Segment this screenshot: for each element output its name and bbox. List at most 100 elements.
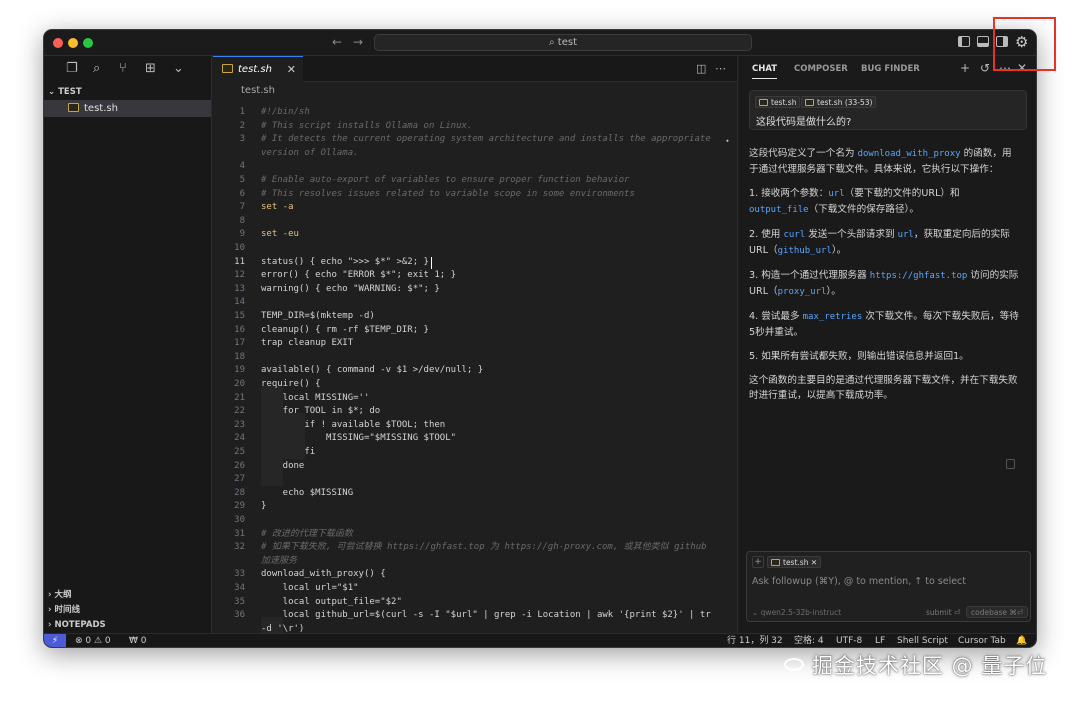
codebase-button[interactable]: codebase ⌘⏎ (966, 606, 1029, 618)
inline-code[interactable]: https://ghfast.top (870, 271, 968, 281)
back-arrow-icon[interactable]: ← (332, 35, 342, 49)
editor-tab[interactable]: test.sh ✕ (213, 56, 303, 82)
tab-chat[interactable]: CHAT (752, 64, 778, 79)
encoding-indicator[interactable]: UTF-8 (836, 634, 862, 647)
file-tree-item[interactable]: test.sh (44, 100, 211, 117)
files-icon[interactable]: ❐ (66, 61, 78, 76)
code-line[interactable]: fi (261, 446, 315, 460)
code-line[interactable]: # Enable auto-export of variables to ens… (261, 174, 629, 188)
code-line[interactable]: trap cleanup EXIT (261, 337, 353, 351)
timeline-section-header[interactable]: › 时间线 (44, 603, 211, 618)
code-line[interactable]: -d '\r') (261, 623, 304, 633)
code-line[interactable]: version of Ollama. (261, 147, 359, 161)
minimize-window-button[interactable] (68, 38, 78, 48)
code-line[interactable]: set -a (261, 201, 294, 215)
breadcrumb[interactable]: test.sh (213, 82, 737, 100)
toggle-panel-icon[interactable] (977, 36, 989, 47)
code-line[interactable]: require() { (261, 378, 321, 392)
tab-composer[interactable]: COMPOSER (794, 64, 848, 74)
inline-code[interactable]: max_retries (803, 312, 863, 322)
new-chat-icon[interactable]: + (960, 61, 970, 75)
code-line[interactable]: # 改进的代理下载函数 (261, 528, 353, 542)
code-line[interactable]: set -eu (261, 228, 299, 242)
code-line[interactable]: warning() { echo "WARNING: $*"; } (261, 283, 440, 297)
search-icon[interactable]: ⌕ (93, 61, 100, 76)
maximize-window-button[interactable] (83, 38, 93, 48)
code-line[interactable]: local output_file="$2" (261, 596, 402, 610)
line-number (213, 147, 245, 161)
chat-input-placeholder[interactable]: Ask followup (⌘Y), @ to mention, ↑ to se… (752, 576, 966, 587)
code-line[interactable]: MISSING="$MISSING $TOOL" (261, 432, 456, 446)
forward-arrow-icon[interactable]: → (353, 35, 363, 49)
code-line[interactable]: # It detects the current operating syste… (261, 133, 711, 147)
inline-code[interactable]: url (828, 189, 844, 199)
toggle-primary-sidebar-icon[interactable] (958, 36, 970, 47)
code-area[interactable]: 1 #!/bin/sh 2 # This script installs Ollama… (213, 100, 737, 633)
code-line[interactable]: # 如果下载失败, 可尝试替换 https://ghfast.top 为 htt… (261, 541, 707, 555)
submit-button[interactable]: submit ⏎ (926, 608, 960, 617)
chat-input-box[interactable]: + test.sh ✕ Ask followup (⌘Y), @ to ment… (746, 551, 1031, 622)
inline-code[interactable]: github_url (778, 246, 832, 256)
code-line[interactable]: echo $MISSING (261, 487, 353, 501)
code-line[interactable]: status() { echo ">>> $*" >&2; } (261, 256, 429, 270)
code-line[interactable]: # This script installs Ollama on Linux. (261, 120, 472, 134)
code-line[interactable]: if ! available $TOOL; then (261, 419, 445, 433)
workspace-folder-header[interactable]: ⌄ TEST (44, 84, 211, 100)
code-line[interactable]: local MISSING='' (261, 392, 370, 406)
inline-code[interactable]: url (898, 230, 914, 240)
close-icon[interactable]: ✕ (811, 558, 817, 567)
cursor-tab-indicator[interactable]: Cursor Tab (958, 634, 1006, 647)
notepads-section-header[interactable]: › NOTEPADS (44, 618, 211, 633)
answer-summary: 这个函数的主要目的是通过代理服务器下载文件，并在下载失败时进行重试，以提高下载成… (749, 375, 1018, 401)
split-editor-icon[interactable]: ◫ (696, 62, 706, 75)
inline-code[interactable]: proxy_url (778, 287, 827, 297)
extensions-icon[interactable]: ⊞ (145, 61, 156, 76)
cursor-position[interactable]: 行 11，列 32 (727, 634, 783, 647)
remote-indicator-icon[interactable]: ⚡ (44, 634, 66, 647)
app-window: ← → ⌕ test ⚙ ❐ ⌕ ⑂ ⊞ ⌄ ⌄ TEST test.sh › … (43, 29, 1037, 648)
tab-bug-finder[interactable]: BUG FINDER (861, 64, 920, 74)
language-mode[interactable]: Shell Script (897, 634, 948, 647)
code-line[interactable]: local url="$1" (261, 582, 359, 596)
highlight-box (993, 17, 1056, 71)
ports-indicator[interactable]: ₩ 0 (129, 634, 147, 647)
more-actions-icon[interactable]: ⋯ (715, 62, 726, 75)
code-line[interactable]: #!/bin/sh (261, 106, 310, 120)
code-line[interactable]: download_with_proxy() { (261, 568, 386, 582)
line-number: 20 (234, 379, 245, 389)
indentation-indicator[interactable]: 空格: 4 (794, 634, 824, 647)
answer-intro: 这段代码定义了一个名为 download_with_proxy 的函数，用于通过… (749, 148, 1012, 175)
inline-code[interactable]: download_with_proxy (858, 149, 961, 159)
code-line[interactable]: cleanup() { rm -rf $TEMP_DIR; } (261, 324, 429, 338)
code-line[interactable]: available() { command -v $1 >/dev/null; … (261, 364, 483, 378)
add-context-button[interactable]: + (752, 556, 764, 568)
history-icon[interactable]: ↺ (980, 61, 990, 75)
inline-code[interactable]: curl (783, 230, 805, 240)
outline-section-header[interactable]: › 大纲 (44, 588, 211, 603)
context-chip[interactable]: test.sh ✕ (767, 556, 822, 568)
code-line[interactable]: error() { echo "ERROR $*"; exit 1; } (261, 269, 456, 283)
source-control-icon[interactable]: ⑂ (119, 61, 127, 76)
problems-indicator[interactable]: ⊗ 0 ⚠ 0 (75, 634, 111, 647)
command-search-box[interactable]: ⌕ test (374, 34, 752, 51)
code-line[interactable]: 加速服务 (261, 555, 297, 569)
code-line[interactable]: local github_url=$(curl -s -I "$url" | g… (261, 609, 711, 623)
bell-icon[interactable]: 🔔 (1016, 634, 1027, 647)
context-chip[interactable]: test.sh (755, 96, 801, 108)
eol-indicator[interactable]: LF (875, 634, 885, 647)
context-chip[interactable]: test.sh (33-53) (801, 96, 877, 108)
code-line[interactable]: # This resolves issues related to variab… (261, 188, 635, 202)
model-selector[interactable]: ⌄ qwen2.5-32b-instruct (752, 608, 841, 617)
user-message[interactable]: test.sh test.sh (33-53) 这段代码是做什么的? (749, 90, 1027, 130)
search-label: test (557, 37, 577, 48)
close-icon[interactable]: ✕ (287, 57, 296, 82)
chevron-down-icon[interactable]: ⌄ (173, 61, 184, 76)
close-window-button[interactable] (53, 38, 63, 48)
code-line[interactable]: TEMP_DIR=$(mktemp -d) (261, 310, 375, 324)
code-line[interactable]: } (261, 500, 266, 514)
copy-icon[interactable] (1006, 459, 1015, 469)
code-line[interactable]: done (261, 460, 305, 474)
line-number: 5 (239, 175, 245, 185)
code-line[interactable]: for TOOL in $*; do (261, 405, 381, 419)
inline-code[interactable]: output_file (749, 205, 809, 215)
